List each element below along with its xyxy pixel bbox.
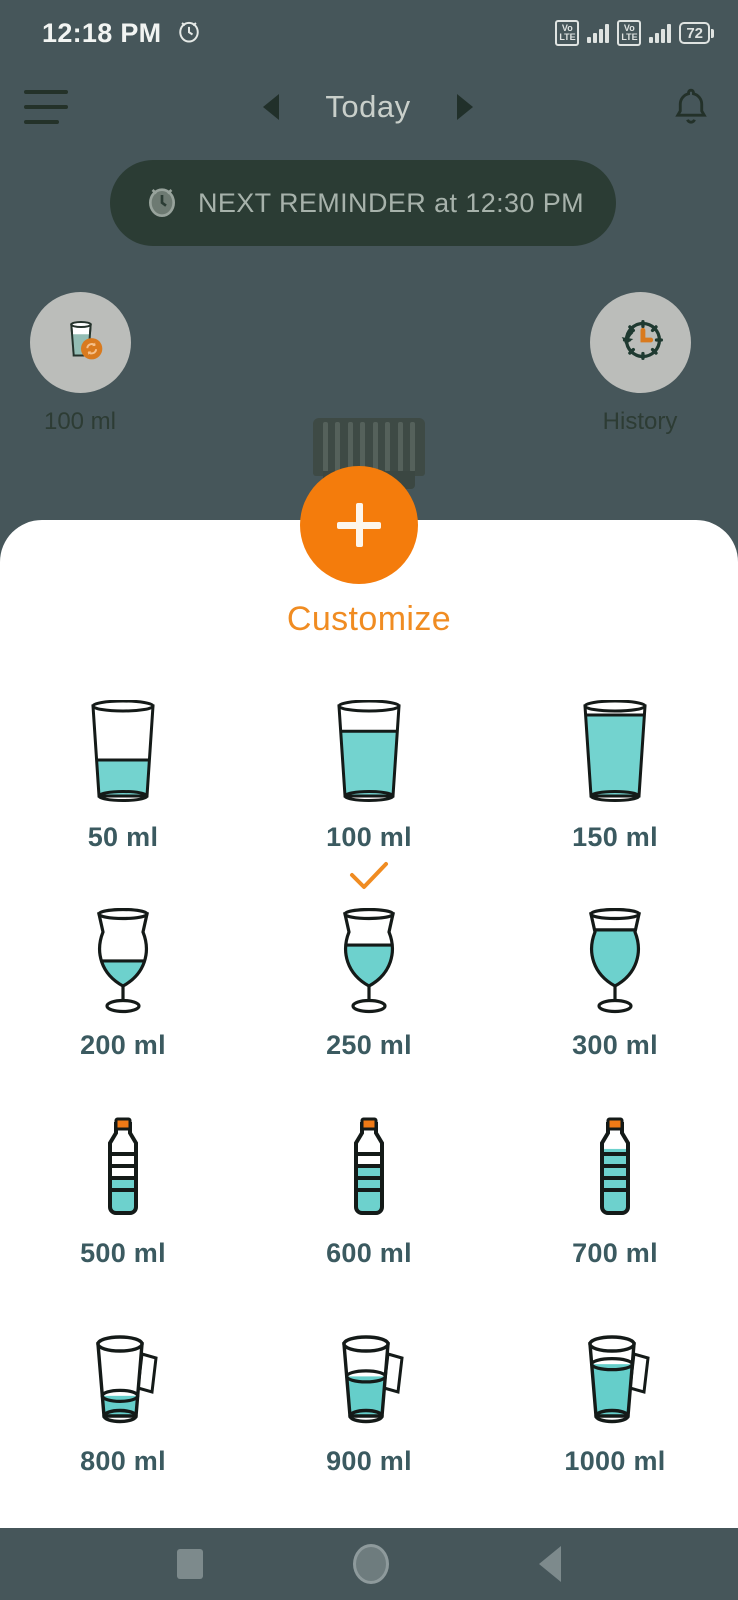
- jug-icon: [80, 1328, 166, 1434]
- quick-add-button[interactable]: [30, 292, 131, 393]
- volume-label: 150 ml: [572, 822, 658, 852]
- date-navigator: Today: [68, 89, 668, 125]
- glass-icon: [575, 700, 655, 810]
- volte-icon-sim1: Vo LTE: [555, 20, 580, 46]
- volume-option-500-ml[interactable]: 500 ml: [0, 1106, 246, 1314]
- android-navigation-bar: [0, 1528, 738, 1600]
- signal-bars-sim2: [649, 23, 672, 43]
- volume-label: 500 ml: [80, 1238, 166, 1268]
- triangle-back-icon[interactable]: [539, 1546, 561, 1582]
- app-header: Today: [0, 70, 738, 144]
- glass-refresh-icon: [50, 309, 112, 376]
- clock-history-icon: [610, 309, 672, 376]
- reminder-text: NEXT REMINDER at 12:30 PM: [197, 187, 585, 218]
- circle-home-icon[interactable]: [353, 1544, 389, 1584]
- volume-option-200-ml[interactable]: 200 ml: [0, 898, 246, 1106]
- hamburger-menu-icon[interactable]: [24, 90, 68, 124]
- volume-option-300-ml[interactable]: 300 ml: [492, 898, 738, 1106]
- status-bar-left: 12:18 PM: [42, 17, 203, 50]
- volume-option-150-ml[interactable]: 150 ml: [492, 690, 738, 898]
- add-water-fab[interactable]: [300, 466, 418, 584]
- glass-icon: [83, 700, 163, 810]
- volume-option-1000-ml[interactable]: 1000 ml: [492, 1314, 738, 1522]
- goblet-icon: [83, 908, 163, 1018]
- volume-label: 250 ml: [326, 1030, 412, 1060]
- volume-label: 700 ml: [572, 1238, 658, 1268]
- goblet-icon: [575, 908, 655, 1018]
- volume-option-600-ml[interactable]: 600 ml: [246, 1106, 492, 1314]
- status-time: 12:18 PM: [42, 17, 162, 48]
- battery-percent: 72: [686, 24, 703, 42]
- check-icon: [344, 859, 394, 893]
- volume-option-50-ml[interactable]: 50 ml: [0, 690, 246, 898]
- status-bar: 12:18 PM Vo LTE Vo LTE 72: [0, 0, 738, 66]
- volume-option-700-ml[interactable]: 700 ml: [492, 1106, 738, 1314]
- jug-icon: [326, 1328, 412, 1434]
- history-button[interactable]: [590, 292, 691, 393]
- bottle-icon: [575, 1117, 655, 1226]
- chevron-right-icon[interactable]: [456, 94, 473, 120]
- date-label: Today: [325, 89, 411, 124]
- alarm-icon: [175, 17, 203, 50]
- volume-label: 100 ml: [326, 822, 412, 852]
- battery-icon: 72: [679, 22, 714, 44]
- square-recents-icon[interactable]: [177, 1549, 203, 1579]
- bell-icon[interactable]: [668, 84, 714, 130]
- volte-icon-sim2: Vo LTE: [617, 20, 642, 46]
- phone-screen: 12:18 PM Vo LTE Vo LTE 72 Today NEXT REM…: [0, 0, 738, 1600]
- goblet-icon: [329, 908, 409, 1018]
- volume-label: 50 ml: [87, 822, 159, 852]
- bottle-icon: [83, 1117, 163, 1226]
- jug-icon: [572, 1328, 658, 1434]
- chevron-left-icon[interactable]: [263, 94, 280, 120]
- next-reminder-banner[interactable]: NEXT REMINDER at 12:30 PM: [110, 160, 616, 246]
- volume-label: 900 ml: [326, 1446, 412, 1476]
- status-bar-right: Vo LTE Vo LTE 72: [555, 20, 714, 46]
- volume-options-grid: 50 ml 100 ml 150 ml 200 ml 250 ml 300 ml…: [0, 690, 738, 1522]
- volume-label: 200 ml: [80, 1030, 166, 1060]
- signal-bars-sim1: [587, 23, 610, 43]
- history-label: History: [602, 408, 678, 435]
- glass-icon: [329, 700, 409, 810]
- plus-icon-vertical: [355, 503, 363, 547]
- volume-label: 600 ml: [326, 1238, 412, 1268]
- alarm-clock-icon: [142, 181, 182, 226]
- bottle-icon: [329, 1117, 409, 1226]
- volume-option-250-ml[interactable]: 250 ml: [246, 898, 492, 1106]
- quick-add-label: 100 ml: [43, 408, 117, 435]
- volume-option-900-ml[interactable]: 900 ml: [246, 1314, 492, 1522]
- volume-option-100-ml[interactable]: 100 ml: [246, 690, 492, 898]
- volume-label: 1000 ml: [564, 1446, 666, 1476]
- page-title: Customize: [286, 600, 452, 638]
- volume-label: 300 ml: [572, 1030, 658, 1060]
- volume-option-800-ml[interactable]: 800 ml: [0, 1314, 246, 1522]
- volume-label: 800 ml: [80, 1446, 166, 1476]
